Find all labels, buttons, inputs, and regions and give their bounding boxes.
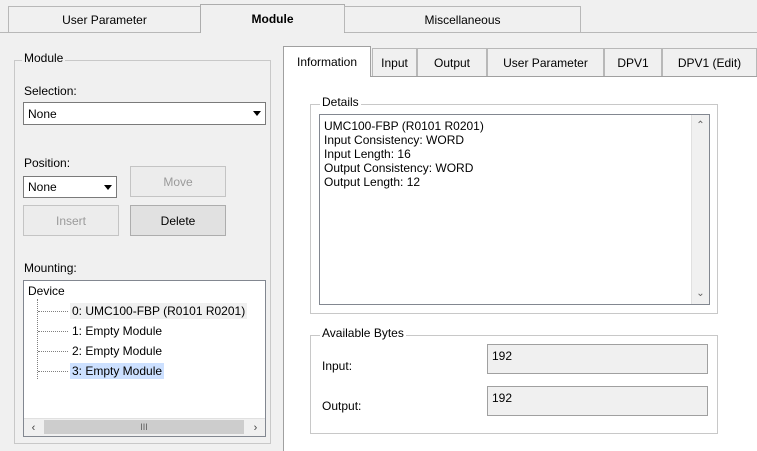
tab-output-label: Output <box>433 55 471 70</box>
tree-connector <box>38 311 68 312</box>
scroll-up-icon[interactable]: ⌃ <box>692 117 709 134</box>
details-group-title: Details <box>320 95 361 109</box>
tab-user-parameter-inner[interactable]: User Parameter <box>487 48 604 76</box>
tab-user-parameter-label: User Parameter <box>62 12 147 27</box>
mounting-label: Mounting: <box>24 261 77 275</box>
scroll-thumb-grip: III <box>140 422 148 432</box>
available-bytes-title: Available Bytes <box>320 326 406 340</box>
details-line: Input Length: 16 <box>324 147 411 161</box>
position-label: Position: <box>24 156 71 170</box>
top-tab-line <box>0 32 757 33</box>
scroll-thumb[interactable]: III <box>44 420 244 434</box>
tab-dpv1-edit-label: DPV1 (Edit) <box>677 55 742 70</box>
tab-dpv1-edit[interactable]: DPV1 (Edit) <box>662 48 757 76</box>
position-value: None <box>28 180 57 194</box>
details-line: UMC100-FBP (R0101 R0201) <box>324 119 484 133</box>
mounting-tree[interactable]: Device 0: UMC100-FBP (R0101 R0201) 1: Em… <box>23 280 266 437</box>
output-bytes-field: 192 <box>487 386 708 416</box>
horizontal-scrollbar[interactable]: ‹ III › <box>24 418 265 436</box>
tree-item-1[interactable]: 1: Empty Module <box>70 323 164 339</box>
move-button[interactable]: Move <box>130 166 226 197</box>
scroll-right-icon[interactable]: › <box>248 420 263 435</box>
tab-dpv1[interactable]: DPV1 <box>604 48 662 76</box>
tab-information[interactable]: Information <box>283 46 371 77</box>
details-textarea[interactable]: UMC100-FBP (R0101 R0201) Input Consisten… <box>319 114 710 305</box>
tree-item-0[interactable]: 0: UMC100-FBP (R0101 R0201) <box>70 303 248 319</box>
chevron-down-icon[interactable] <box>100 177 116 197</box>
tab-input-label: Input <box>381 55 408 70</box>
tab-miscellaneous-label: Miscellaneous <box>424 12 501 27</box>
tree-connector <box>38 351 68 352</box>
selection-value: None <box>28 106 57 121</box>
input-bytes-field: 192 <box>487 344 708 374</box>
tab-user-parameter-inner-label: User Parameter <box>503 55 588 70</box>
chevron-down-icon[interactable] <box>249 103 265 124</box>
scroll-left-icon[interactable]: ‹ <box>26 420 41 435</box>
delete-button[interactable]: Delete <box>130 205 226 236</box>
selection-label: Selection: <box>24 84 77 98</box>
tab-module-label: Module <box>251 12 294 26</box>
details-text: UMC100-FBP (R0101 R0201) Input Consisten… <box>324 119 689 189</box>
tab-user-parameter[interactable]: User Parameter <box>8 6 201 32</box>
position-combobox[interactable]: None <box>23 176 117 198</box>
tree-connector <box>38 331 68 332</box>
tab-input[interactable]: Input <box>372 48 417 76</box>
tab-miscellaneous[interactable]: Miscellaneous <box>344 6 581 32</box>
tree-connector <box>38 371 68 372</box>
output-bytes-label: Output: <box>322 399 362 413</box>
details-line: Output Consistency: WORD <box>324 161 474 175</box>
vertical-scrollbar[interactable]: ⌃ ⌄ <box>691 115 709 304</box>
tab-information-label: Information <box>296 55 358 69</box>
tab-dpv1-label: DPV1 <box>617 55 649 70</box>
tab-module[interactable]: Module <box>200 4 345 33</box>
details-line: Output Length: 12 <box>324 175 421 189</box>
tree-root-device[interactable]: Device <box>28 283 65 299</box>
insert-button[interactable]: Insert <box>23 205 119 236</box>
selection-combobox[interactable]: None <box>23 102 266 125</box>
module-group-title: Module <box>22 51 66 65</box>
tree-item-2[interactable]: 2: Empty Module <box>70 343 164 359</box>
details-line: Input Consistency: WORD <box>324 133 465 147</box>
scroll-down-icon[interactable]: ⌄ <box>692 285 709 302</box>
input-bytes-label: Input: <box>322 359 353 373</box>
tree-item-3-selected[interactable]: 3: Empty Module <box>70 363 165 379</box>
tab-output[interactable]: Output <box>417 48 487 76</box>
